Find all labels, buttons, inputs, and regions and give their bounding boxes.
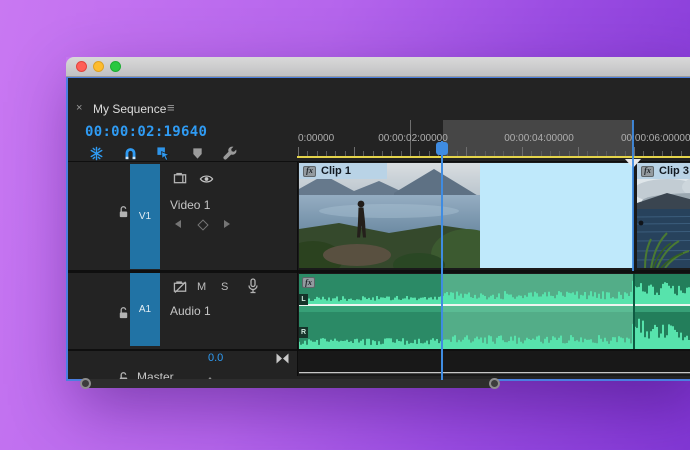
- minimize-window-button[interactable]: [93, 61, 104, 72]
- window-titlebar[interactable]: [66, 57, 690, 77]
- video-track-lock-icon[interactable]: [117, 205, 130, 218]
- playhead-timecode-field[interactable]: 00:00:02:19640: [85, 124, 207, 140]
- audio-track-name: Audio 1: [170, 304, 211, 318]
- video-clip-3[interactable]: fx Clip 3: [637, 163, 690, 268]
- nest-toggle-icon[interactable]: [89, 146, 104, 161]
- close-window-button[interactable]: [76, 61, 87, 72]
- waveform-right-channel: [299, 318, 690, 349]
- clip1-label: Clip 1: [321, 165, 351, 177]
- ruler-label-4s: 00:00:04:00000: [504, 133, 574, 144]
- header-timeline-divider: [297, 162, 298, 376]
- mute-track-button[interactable]: M: [197, 281, 206, 293]
- close-panel-icon[interactable]: ×: [76, 102, 82, 114]
- audio-track-id: A1: [138, 304, 152, 315]
- ruler-label-0: 0:00000: [298, 133, 335, 144]
- zoom-scrollbar-left-handle[interactable]: [80, 378, 91, 389]
- clip1-header: fx Clip 1: [299, 163, 387, 179]
- timeline-settings-wrench-icon[interactable]: [222, 145, 238, 161]
- master-volume-band-shadow: [299, 373, 690, 374]
- clip3-label: Clip 3: [659, 165, 689, 177]
- video-clip-1[interactable]: fx Clip 1: [299, 163, 480, 268]
- left-channel-tag: L: [299, 294, 308, 305]
- sync-lock-disabled-icon[interactable]: [173, 280, 188, 294]
- fx-badge: fx: [641, 165, 654, 177]
- video-clip-2-selected[interactable]: [480, 163, 633, 268]
- master-volume-value[interactable]: 0.0: [208, 352, 223, 364]
- fx-badge: fx: [302, 277, 315, 288]
- add-marker-icon[interactable]: [191, 147, 204, 160]
- right-channel-tag: R: [299, 327, 308, 338]
- snap-magnet-icon[interactable]: [123, 146, 138, 161]
- fx-badge: fx: [303, 165, 316, 177]
- playhead-head[interactable]: [436, 142, 448, 155]
- audio-track-lock-icon[interactable]: [117, 306, 130, 319]
- zoom-scrollbar-right-handle[interactable]: [489, 378, 500, 389]
- add-keyframe-diamond-icon[interactable]: [197, 219, 209, 231]
- panel-menu-icon[interactable]: ≡: [167, 100, 175, 115]
- audio-clip[interactable]: fx L R: [299, 274, 690, 349]
- video-track-id: V1: [138, 211, 152, 222]
- waveform-left-channel: [299, 280, 690, 304]
- video-track-name: Video 1: [170, 198, 211, 212]
- channel-divider-line: [299, 304, 690, 306]
- premiere-timeline-window: × My Sequence ≡ 00:00:02:19640 0:00000 0…: [66, 57, 690, 389]
- clip3-header: fx Clip 3: [637, 163, 690, 179]
- timeline-panel: × My Sequence ≡ 00:00:02:19640 0:00000 0…: [66, 77, 690, 389]
- sequence-tab[interactable]: My Sequence: [93, 102, 166, 116]
- zoom-window-button[interactable]: [110, 61, 121, 72]
- sync-lock-icon[interactable]: [173, 172, 188, 185]
- video-track-target-v1[interactable]: V1: [130, 164, 160, 269]
- voiceover-record-mic-icon[interactable]: [247, 278, 259, 294]
- playhead-line[interactable]: [441, 141, 443, 380]
- previous-keyframe-icon[interactable]: [175, 220, 181, 228]
- toggle-track-output-eye-icon[interactable]: [199, 173, 214, 185]
- audio-track-target-a1[interactable]: A1: [130, 273, 160, 346]
- out-point-line: [632, 120, 634, 271]
- show-keyframes-icon[interactable]: [276, 353, 289, 364]
- solo-track-button[interactable]: S: [221, 281, 228, 293]
- audio-clip-boundary: [633, 274, 635, 349]
- timeline-zoom-scrollbar[interactable]: [81, 379, 500, 388]
- next-keyframe-icon[interactable]: [224, 220, 230, 228]
- desktop-background: × My Sequence ≡ 00:00:02:19640 0:00000 0…: [0, 0, 690, 450]
- linked-selection-icon[interactable]: [156, 146, 171, 161]
